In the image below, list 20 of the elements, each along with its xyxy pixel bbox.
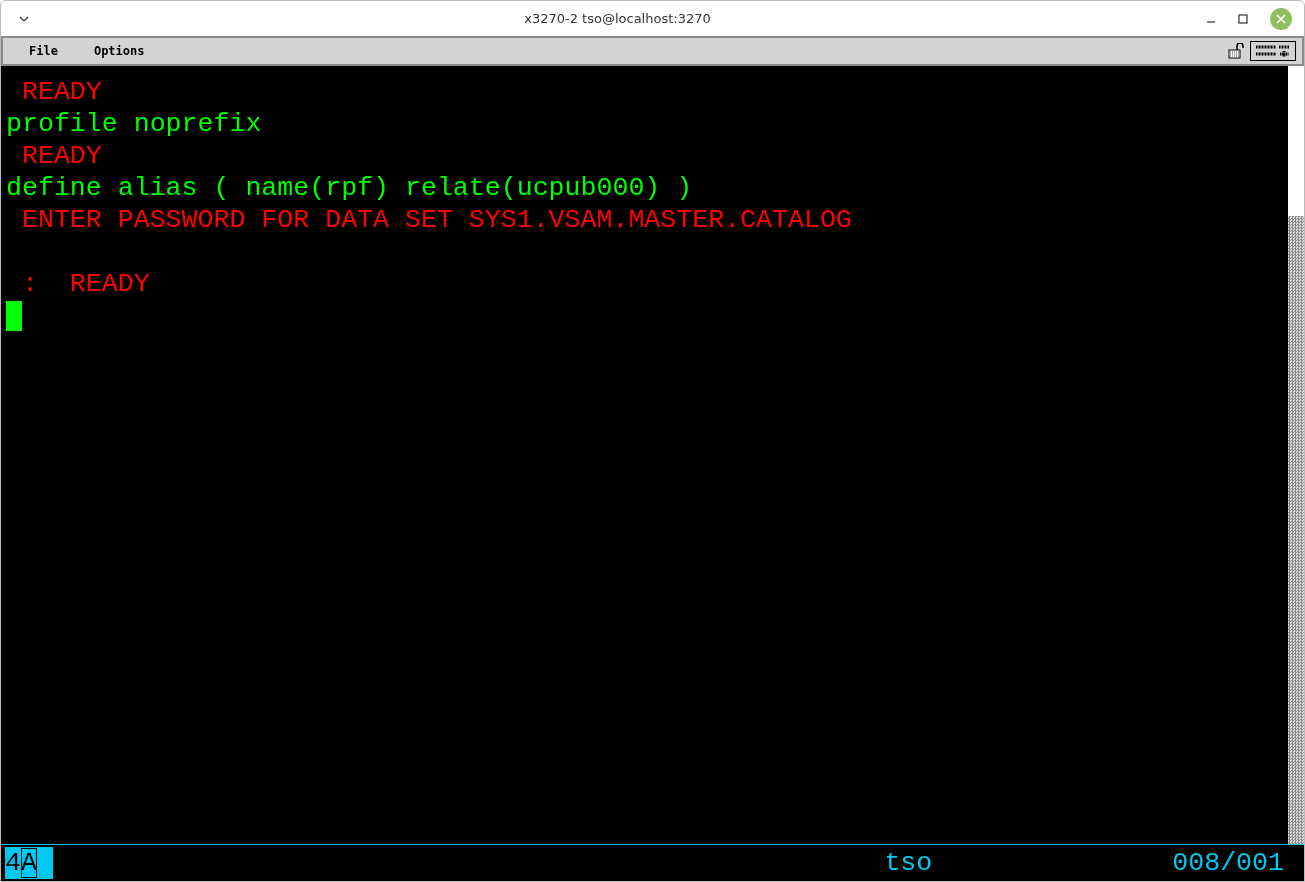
terminal-output-line: ENTER PASSWORD FOR DATA SET SYS1.VSAM.MASTER.CATALOG xyxy=(20,204,853,236)
terminal-command-line: profile noprefix xyxy=(6,108,263,140)
maximize-icon[interactable] xyxy=(1238,13,1248,24)
close-icon[interactable] xyxy=(1270,7,1292,30)
cursor-position: 008/001 xyxy=(1172,848,1284,878)
keyboard-icon[interactable] xyxy=(1250,41,1296,61)
unlocked-padlock-icon xyxy=(1228,43,1246,59)
window-title: x3270-2 tso@localhost:3270 xyxy=(523,11,712,26)
menu-item[interactable]: File xyxy=(29,44,58,58)
host-name: tso xyxy=(884,848,933,878)
terminal-output-line: READY xyxy=(20,140,103,172)
terminal-command-line: define alias ( name(rpf) relate(ucpub000) ) xyxy=(6,172,694,204)
menu-item[interactable]: Options xyxy=(93,44,145,58)
terminal-output-line: : READY xyxy=(20,268,151,300)
scrollbar[interactable] xyxy=(1288,66,1304,844)
scrollbar-thumb[interactable] xyxy=(1288,66,1304,216)
chevron-down-icon[interactable] xyxy=(19,15,29,22)
keyboard-status-indicator: 4A xyxy=(5,847,53,879)
terminal-output-line: READY xyxy=(20,76,103,108)
text-cursor xyxy=(6,301,22,331)
